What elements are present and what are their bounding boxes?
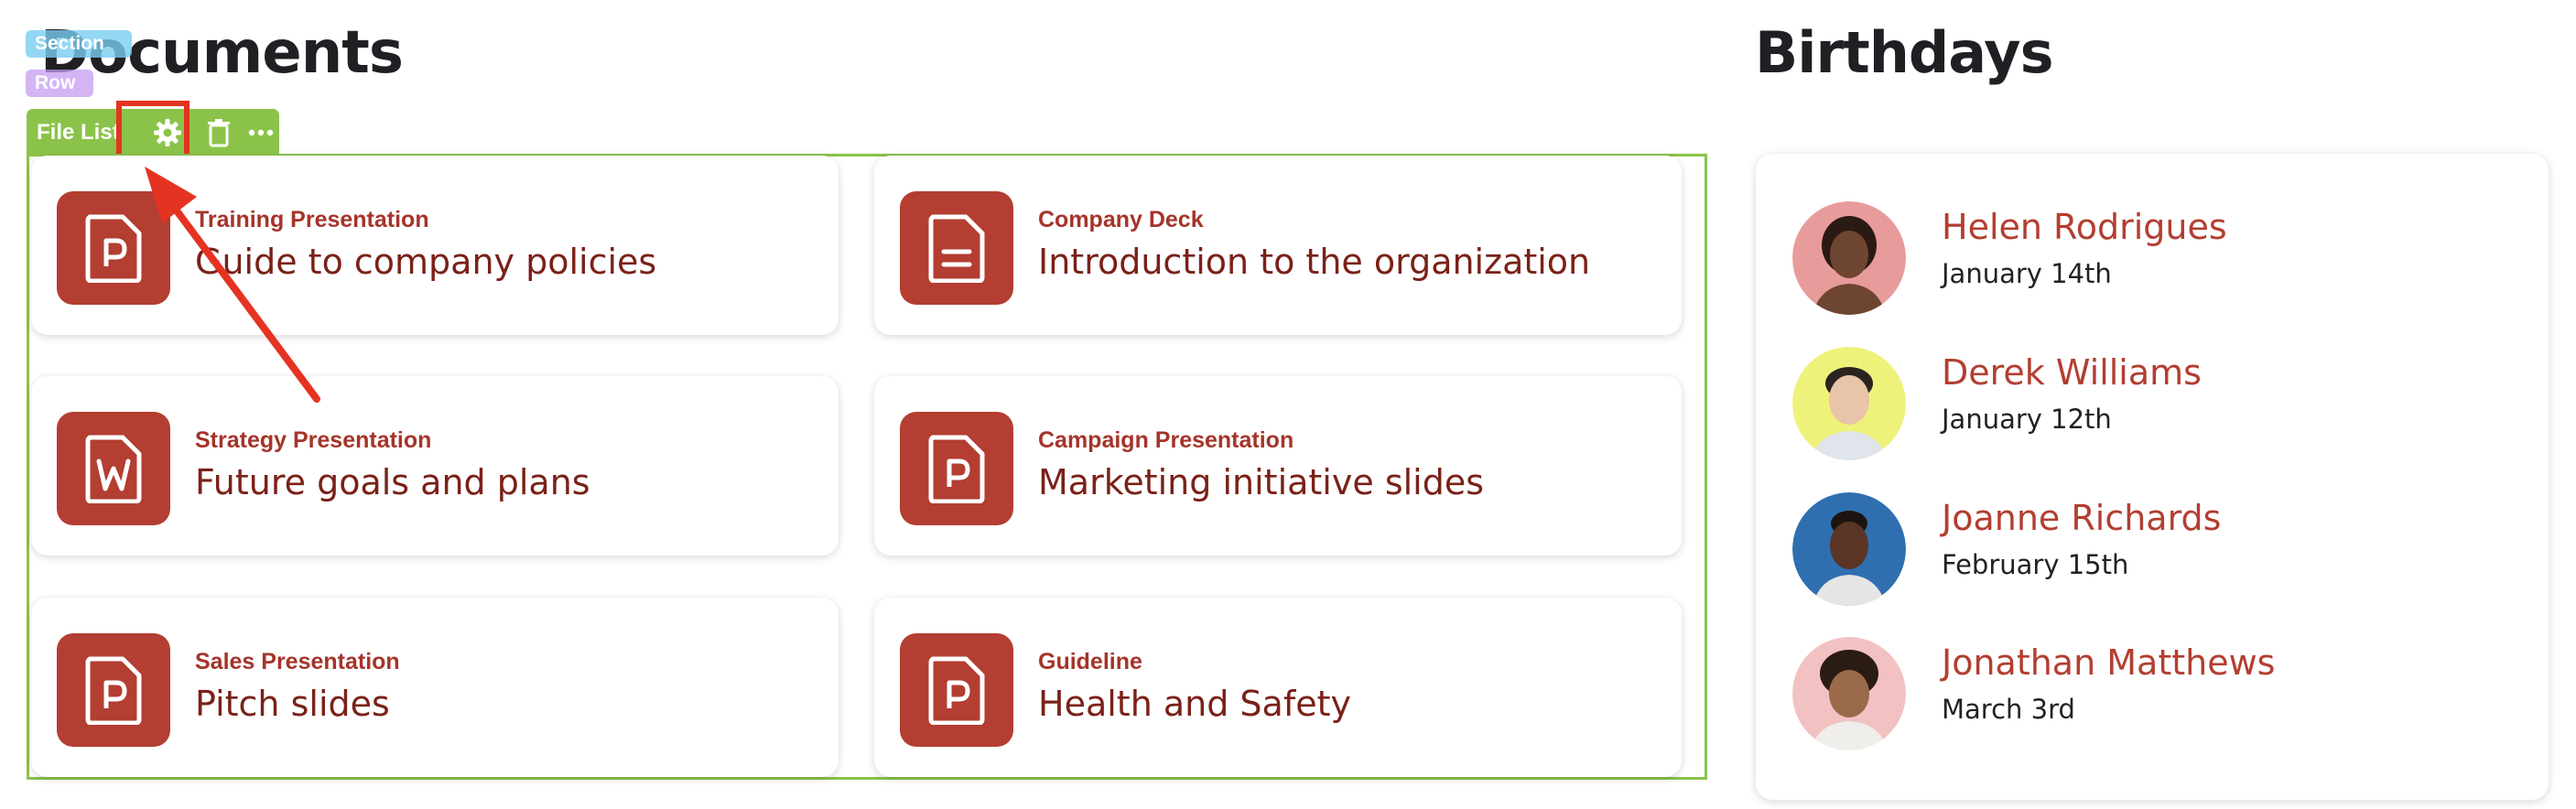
file-card[interactable]: Strategy Presentation Future goals and p… bbox=[31, 376, 839, 556]
file-type-label: Training Presentation bbox=[195, 207, 429, 232]
person-name[interactable]: Derek Williams bbox=[1942, 352, 2202, 393]
birthdays-heading: Birthdays bbox=[1755, 19, 2053, 86]
file-card[interactable]: Company Deck Introduction to the organiz… bbox=[874, 156, 1682, 335]
document-icon bbox=[900, 191, 1013, 305]
birthday-item: Derek Williams January 12th bbox=[1792, 347, 2506, 462]
file-title: Marketing initiative slides bbox=[1038, 462, 1485, 502]
birthdays-panel: Helen Rodrigues January 14th Derek Willi… bbox=[1756, 154, 2549, 800]
powerpoint-icon bbox=[57, 633, 170, 747]
file-card[interactable]: Training Presentation Guide to company p… bbox=[31, 156, 839, 335]
file-type-label: Sales Presentation bbox=[195, 649, 400, 674]
section-tag[interactable]: Section bbox=[26, 30, 132, 58]
avatar[interactable] bbox=[1792, 637, 1906, 750]
trash-icon[interactable] bbox=[202, 116, 235, 149]
person-name[interactable]: Jonathan Matthews bbox=[1942, 642, 2275, 683]
file-type-label: Company Deck bbox=[1038, 207, 1204, 232]
file-title: Future goals and plans bbox=[195, 462, 590, 502]
birthday-date: January 12th bbox=[1942, 404, 2112, 435]
birthday-date: January 14th bbox=[1942, 258, 2112, 289]
powerpoint-icon bbox=[900, 412, 1013, 525]
file-type-label: Strategy Presentation bbox=[195, 427, 432, 453]
file-title: Pitch slides bbox=[195, 684, 390, 724]
powerpoint-icon bbox=[900, 633, 1013, 747]
birthday-date: February 15th bbox=[1942, 549, 2129, 580]
more-options-icon[interactable] bbox=[244, 116, 277, 149]
file-title: Health and Safety bbox=[1038, 684, 1351, 724]
avatar[interactable] bbox=[1792, 201, 1906, 315]
file-card[interactable]: Sales Presentation Pitch slides bbox=[31, 598, 839, 777]
file-title: Guide to company policies bbox=[195, 242, 657, 282]
file-card[interactable]: Guideline Health and Safety bbox=[874, 598, 1682, 777]
file-card[interactable]: Campaign Presentation Marketing initiati… bbox=[874, 376, 1682, 556]
module-label[interactable]: File List bbox=[37, 109, 120, 156]
avatar[interactable] bbox=[1792, 347, 1906, 460]
avatar[interactable] bbox=[1792, 492, 1906, 606]
birthday-item: Helen Rodrigues January 14th bbox=[1792, 201, 2506, 317]
settings-highlight-box bbox=[116, 101, 189, 159]
file-type-label: Campaign Presentation bbox=[1038, 427, 1294, 453]
row-tag[interactable]: Row bbox=[26, 70, 93, 97]
file-type-label: Guideline bbox=[1038, 649, 1142, 674]
word-icon bbox=[57, 412, 170, 525]
birthday-item: Jonathan Matthews March 3rd bbox=[1792, 637, 2506, 752]
file-title: Introduction to the organization bbox=[1038, 242, 1591, 282]
person-name[interactable]: Helen Rodrigues bbox=[1942, 207, 2227, 247]
powerpoint-icon bbox=[57, 191, 170, 305]
birthday-item: Joanne Richards February 15th bbox=[1792, 492, 2506, 608]
birthday-date: March 3rd bbox=[1942, 694, 2075, 725]
person-name[interactable]: Joanne Richards bbox=[1942, 498, 2221, 538]
